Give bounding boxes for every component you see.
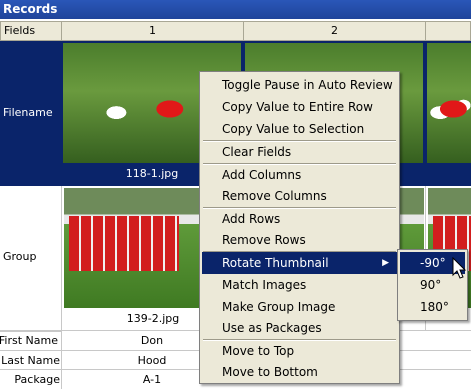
menu-item-copy-value-selection[interactable]: Copy Value to Selection bbox=[202, 118, 397, 140]
menu-item-remove-rows[interactable]: Remove Rows bbox=[202, 229, 397, 251]
divider bbox=[61, 331, 62, 389]
mouse-pointer-icon bbox=[452, 257, 467, 279]
menu-item-add-columns[interactable]: Add Columns bbox=[202, 164, 397, 186]
menu-item-use-as-packages[interactable]: Use as Packages bbox=[202, 317, 397, 339]
submenu-arrow-icon: ▶ bbox=[382, 258, 389, 268]
menu-item-make-group-image[interactable]: Make Group Image bbox=[202, 296, 397, 318]
context-menu: Toggle Pause in Auto Review Copy Value t… bbox=[199, 71, 400, 384]
thumbnail-golfer-3 bbox=[427, 43, 471, 163]
row-header-group[interactable]: Group bbox=[0, 186, 61, 332]
column-header-1[interactable]: 1 bbox=[61, 21, 244, 41]
menu-item-copy-value-row[interactable]: Copy Value to Entire Row bbox=[202, 96, 397, 118]
window-title: Records bbox=[0, 0, 471, 19]
menu-item-move-to-bottom[interactable]: Move to Bottom bbox=[202, 361, 397, 383]
row-label-first-name: First Name bbox=[0, 334, 58, 347]
menu-item-rotate-thumbnail[interactable]: Rotate Thumbnail ▶ bbox=[202, 252, 397, 274]
row-label-group: Group bbox=[3, 250, 37, 263]
row-label-last-name: Last Name bbox=[1, 354, 60, 367]
column-header-3[interactable] bbox=[425, 21, 471, 41]
menu-item-remove-columns[interactable]: Remove Columns bbox=[202, 185, 397, 207]
menu-item-add-rows[interactable]: Add Rows bbox=[202, 208, 397, 230]
menu-item-clear-fields[interactable]: Clear Fields bbox=[202, 141, 397, 163]
submenu-item-180[interactable]: 180° bbox=[400, 296, 465, 318]
column-header-2[interactable]: 2 bbox=[243, 21, 426, 41]
menu-item-toggle-pause[interactable]: Toggle Pause in Auto Review bbox=[202, 74, 397, 96]
fields-header[interactable]: Fields bbox=[0, 21, 62, 41]
menu-item-move-to-top[interactable]: Move to Top bbox=[202, 340, 397, 362]
menu-item-match-images[interactable]: Match Images bbox=[202, 274, 397, 296]
row-label-package: Package bbox=[14, 373, 60, 386]
menu-item-rotate-label: Rotate Thumbnail bbox=[222, 256, 329, 270]
row-header-filename[interactable]: Filename bbox=[0, 41, 61, 186]
row-label-filename: Filename bbox=[3, 106, 53, 119]
thumbnail-cell-3[interactable] bbox=[425, 41, 471, 186]
